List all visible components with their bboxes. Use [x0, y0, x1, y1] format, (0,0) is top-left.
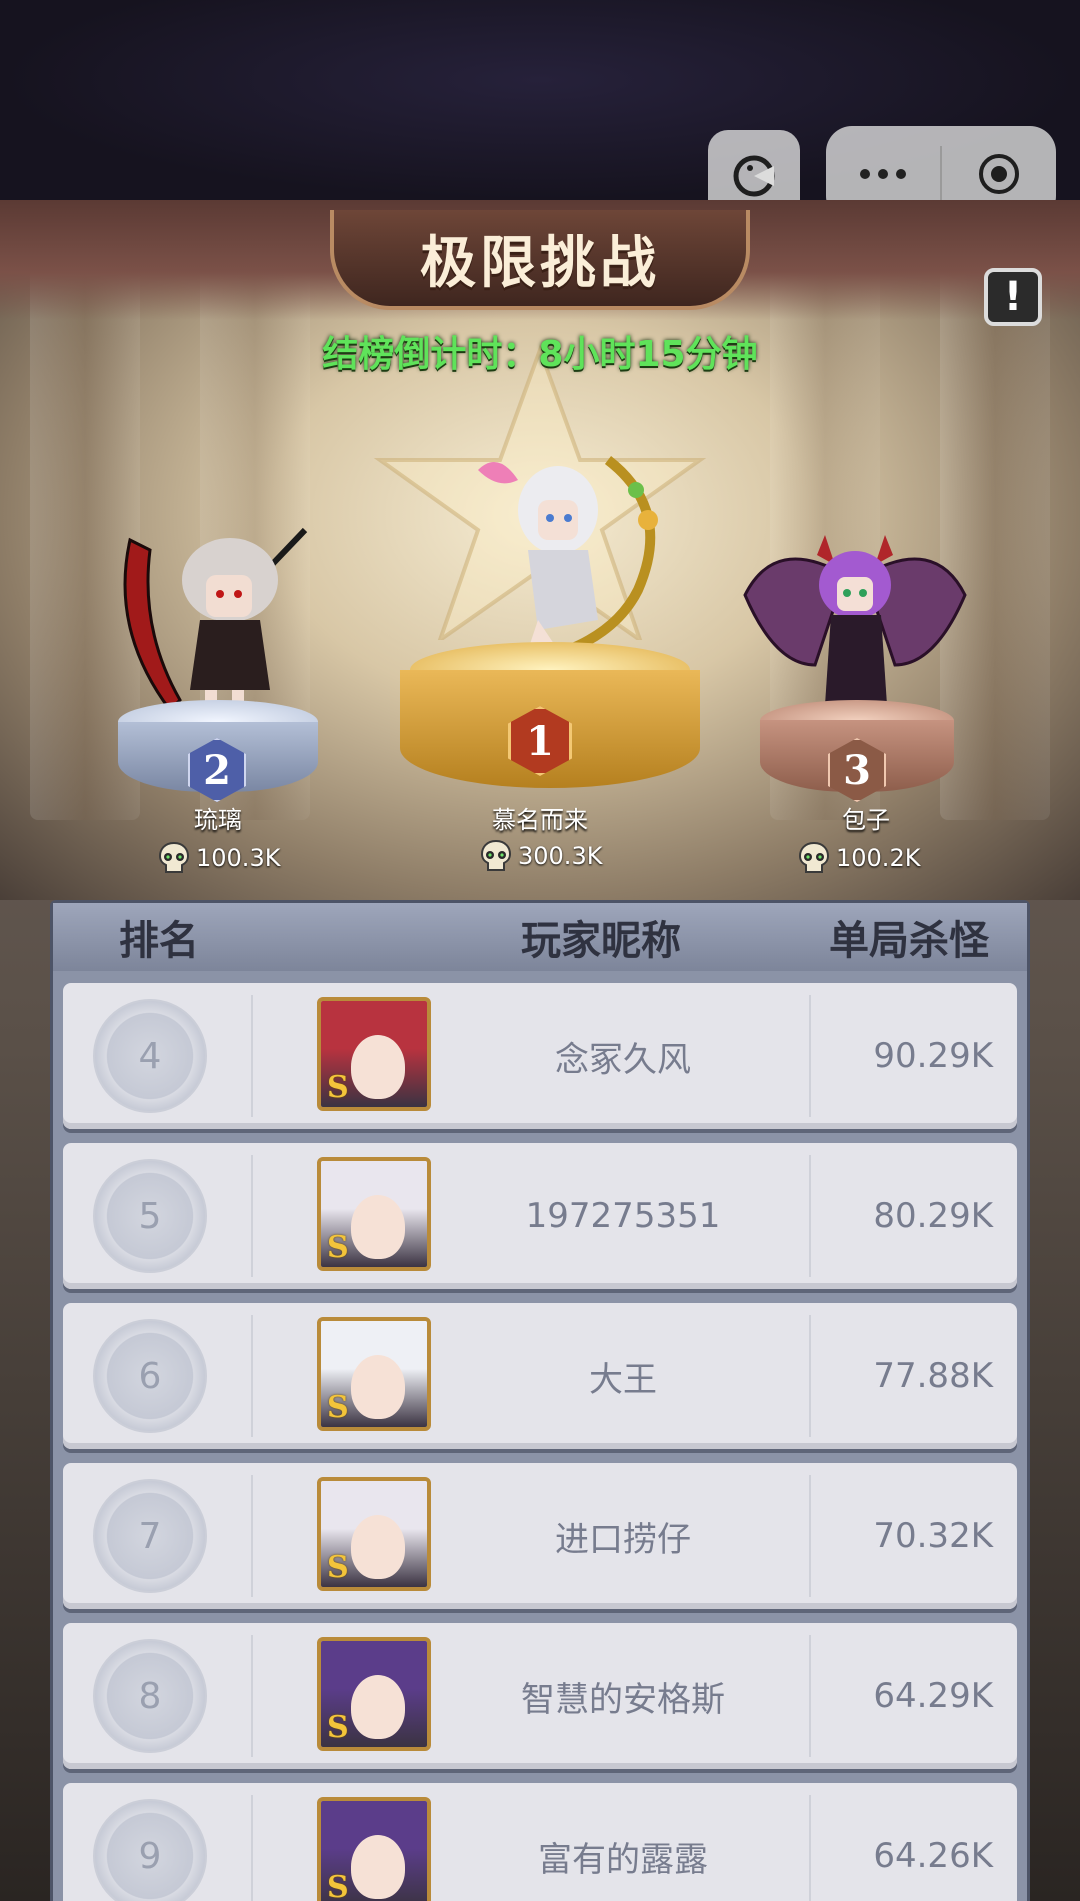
pacman-icon — [733, 155, 775, 197]
avatar-face — [351, 1195, 405, 1259]
s-rank-badge: S — [327, 1870, 349, 1901]
more-button[interactable] — [826, 169, 940, 179]
player-nickname: 进口捞仔 — [555, 1519, 691, 1560]
kill-count: 80.29K — [873, 1196, 993, 1236]
podium-name-2: 琉璃 — [194, 806, 242, 834]
rank-cell: 7 — [83, 1473, 213, 1599]
rank-number: 6 — [138, 1355, 162, 1397]
column-divider — [251, 1635, 253, 1757]
rank-number: 4 — [138, 1035, 162, 1077]
podium-name-3: 包子 — [842, 806, 890, 834]
rank-cell: 4 — [83, 993, 213, 1119]
podium-score-2: 100.3K — [156, 840, 280, 876]
s-rank-badge: S — [327, 1070, 349, 1105]
column-divider — [251, 1475, 253, 1597]
character-demon-girl — [743, 535, 967, 705]
skull-icon — [480, 839, 512, 871]
header-kills: 单局杀怪 — [829, 918, 989, 964]
column-divider — [809, 1635, 811, 1757]
rank-cell: 8 — [83, 1633, 213, 1759]
rank-number: 9 — [138, 1835, 162, 1877]
game-screen: 极限挑战 ! 结榜倒计时：8小时15分钟 2 琉璃 100.3K 1 慕名而来 … — [0, 0, 1080, 1901]
countdown-timer: 结榜倒计时：8小时15分钟 — [322, 334, 758, 375]
rank-emblem: 9 — [93, 1799, 207, 1901]
header-rank: 排名 — [119, 918, 199, 964]
player-avatar[interactable]: S — [317, 1477, 431, 1591]
column-divider — [809, 1155, 811, 1277]
table-row[interactable]: 4 S 念冢久风 90.29K — [63, 983, 1017, 1129]
table-row[interactable]: 9 S 富有的露露 64.26K — [63, 1783, 1017, 1901]
podium-score-value: 300.3K — [518, 842, 603, 870]
avatar-face — [351, 1355, 405, 1419]
leaderboard-table: 排名 玩家昵称 单局杀怪 4 S 念冢久风 90.29K 5 S 197275351 80.2… — [50, 900, 1030, 1901]
player-avatar[interactable]: S — [317, 1317, 431, 1431]
more-dots-icon — [860, 169, 906, 179]
character-harp-girl — [478, 456, 658, 655]
kill-count: 70.32K — [873, 1516, 993, 1556]
rank-emblem: 5 — [93, 1159, 207, 1273]
avatar-face — [351, 1675, 405, 1739]
column-divider — [251, 995, 253, 1117]
kill-count: 64.29K — [873, 1676, 993, 1716]
rank-emblem: 7 — [93, 1479, 207, 1593]
podium-score-value: 100.3K — [196, 844, 281, 872]
table-row[interactable]: 7 S 进口捞仔 70.32K — [63, 1463, 1017, 1609]
help-button[interactable]: ! — [984, 268, 1042, 326]
avatar-face — [351, 1515, 405, 1579]
rank-number: 7 — [138, 1515, 162, 1557]
skull-icon — [158, 841, 190, 873]
player-nickname: 念冢久风 — [555, 1039, 691, 1080]
podium-score-value: 100.2K — [836, 844, 921, 872]
rank-emblem: 4 — [93, 999, 207, 1113]
kill-count: 90.29K — [873, 1036, 993, 1076]
rank-cell: 6 — [83, 1313, 213, 1439]
s-rank-badge: S — [327, 1710, 349, 1745]
rank-number: 5 — [138, 1195, 162, 1237]
s-rank-badge: S — [327, 1550, 349, 1585]
player-nickname: 富有的露露 — [538, 1839, 708, 1880]
target-circle-icon — [979, 154, 1019, 194]
player-avatar[interactable]: S — [317, 997, 431, 1111]
exclamation-icon: ! — [1003, 274, 1023, 320]
avatar-face — [351, 1835, 405, 1899]
column-divider — [809, 1795, 811, 1901]
column-divider — [251, 1155, 253, 1277]
column-divider — [251, 1795, 253, 1901]
title-plate: 极限挑战 — [330, 210, 750, 310]
player-nickname: 197275351 — [525, 1196, 721, 1236]
page-title: 极限挑战 — [420, 230, 660, 296]
podium-score-1: 300.3K — [478, 838, 602, 874]
close-button[interactable] — [942, 150, 1056, 198]
podium-name-1: 慕名而来 — [492, 806, 588, 834]
kill-count: 77.88K — [873, 1356, 993, 1396]
table-header: 排名 玩家昵称 单局杀怪 — [53, 903, 1027, 971]
player-avatar[interactable]: S — [317, 1797, 431, 1901]
table-row[interactable]: 8 S 智慧的安格斯 64.29K — [63, 1623, 1017, 1769]
table-row[interactable]: 6 S 大王 77.88K — [63, 1303, 1017, 1449]
rank-number: 8 — [138, 1675, 162, 1717]
rank-emblem: 8 — [93, 1639, 207, 1753]
header-nickname: 玩家昵称 — [521, 918, 681, 964]
player-avatar[interactable]: S — [317, 1637, 431, 1751]
kill-count: 64.26K — [873, 1836, 993, 1876]
skull-icon — [798, 841, 830, 873]
rank-cell: 9 — [83, 1793, 213, 1901]
player-nickname: 大王 — [589, 1359, 657, 1400]
column-divider — [251, 1315, 253, 1437]
s-rank-badge: S — [327, 1230, 349, 1265]
rank-emblem: 6 — [93, 1319, 207, 1433]
player-nickname: 智慧的安格斯 — [521, 1679, 725, 1720]
player-avatar[interactable]: S — [317, 1157, 431, 1271]
rank-cell: 5 — [83, 1153, 213, 1279]
table-row[interactable]: 5 S 197275351 80.29K — [63, 1143, 1017, 1289]
podium-score-3: 100.2K — [796, 840, 920, 876]
column-divider — [809, 995, 811, 1117]
avatar-face — [351, 1035, 405, 1099]
column-divider — [809, 1475, 811, 1597]
column-divider — [809, 1315, 811, 1437]
character-scythe-girl — [123, 527, 308, 713]
s-rank-badge: S — [327, 1390, 349, 1425]
